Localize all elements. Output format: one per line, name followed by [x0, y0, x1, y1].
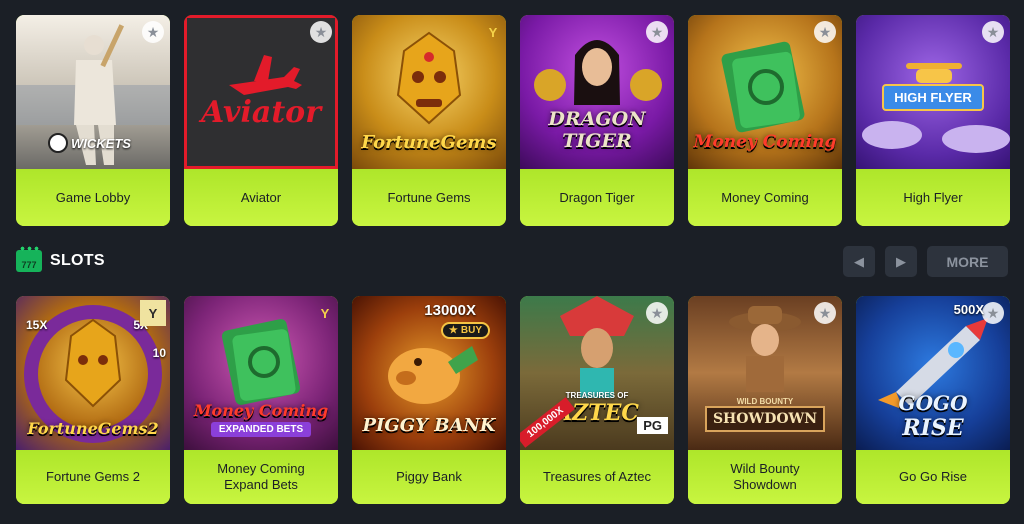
- game-title: Piggy Bank: [352, 450, 506, 504]
- favorite-star-icon[interactable]: ★: [142, 21, 164, 43]
- game-card-go-go-rise[interactable]: 500X GOGO RISE ★ Go Go Rise: [856, 296, 1010, 504]
- featured-badge-icon: Y: [488, 24, 498, 40]
- high-flyer-logo-text: HIGH FLYER: [882, 83, 984, 111]
- game-card-dragon-tiger[interactable]: DRAGON TIGER ★ Dragon Tiger: [520, 15, 674, 226]
- game-card-wild-bounty-showdown[interactable]: WILD BOUNTY SHOWDOWN ★ Wild Bounty Showd…: [688, 296, 842, 504]
- game-card-aviator[interactable]: Aviator ★ Aviator: [184, 15, 338, 226]
- favorite-star-icon[interactable]: ★: [310, 21, 332, 43]
- game-card-game-lobby[interactable]: WICKETS ★ Game Lobby: [16, 15, 170, 226]
- max-multiplier: 500X: [953, 302, 984, 317]
- game-card-high-flyer[interactable]: HIGH FLYER ★ High Flyer: [856, 15, 1010, 226]
- featured-badge-icon: Y: [140, 300, 166, 326]
- game-title: Aviator: [184, 169, 338, 226]
- game-thumbnail: Money Coming EXPANDED BETS: [184, 296, 338, 450]
- game-title: Go Go Rise: [856, 450, 1010, 504]
- favorite-star-icon[interactable]: ★: [814, 302, 836, 324]
- game-card-fortune-gems[interactable]: FortuneGems Y Fortune Gems: [352, 15, 506, 226]
- featured-badge-icon: Y: [320, 305, 330, 321]
- expanded-bets-banner: EXPANDED BETS: [210, 422, 312, 437]
- game-thumbnail: FortuneGems: [352, 15, 506, 169]
- dragon-logo-text: DRAGON: [548, 108, 646, 130]
- wild-bounty-text: WILD BOUNTY: [736, 396, 794, 406]
- favorite-star-icon[interactable]: ★: [646, 302, 668, 324]
- multiplier-15x: 15X: [26, 318, 48, 332]
- chevron-right-icon: ▶: [896, 253, 906, 269]
- multiplier-10x: 10: [152, 346, 166, 360]
- money-coming-logo-text: Money Coming: [193, 401, 329, 420]
- slots-section-header: 777 SLOTS: [16, 246, 105, 272]
- game-title: Money Coming: [688, 169, 842, 226]
- chevron-left-icon: ◀: [854, 253, 864, 269]
- game-title: Fortune Gems: [352, 169, 506, 226]
- tiger-logo-text: TIGER: [562, 130, 632, 152]
- featured-games-row: WICKETS ★ Game Lobby Aviator ★ Aviator F: [16, 15, 1010, 226]
- section-title: SLOTS: [50, 252, 105, 269]
- game-title: Treasures of Aztec: [520, 450, 674, 504]
- showdown-logo-text: SHOWDOWN: [704, 405, 826, 432]
- favorite-star-icon[interactable]: ★: [982, 21, 1004, 43]
- pg-provider-logo: PG: [637, 417, 668, 434]
- game-title: Money Coming Expand Bets: [184, 450, 338, 504]
- wickets-logo-icon: [48, 133, 68, 153]
- game-title: Dragon Tiger: [520, 169, 674, 226]
- money-coming-logo-text: Money Coming: [693, 132, 837, 152]
- slots-games-row: 15X 5X 10 FortuneGems2 Y Fortune Gems 2 …: [16, 296, 1010, 504]
- game-card-treasures-of-aztec[interactable]: TREASURES OF AZTEC 100,000X PG ★ Treasur…: [520, 296, 674, 504]
- game-thumbnail: 13000X ★ BUY PIGGY BANK: [352, 296, 506, 450]
- piggy-bank-logo-text: PIGGY BANK: [362, 414, 496, 436]
- game-card-fortune-gems-2[interactable]: 15X 5X 10 FortuneGems2 Y Fortune Gems 2: [16, 296, 170, 504]
- favorite-star-icon[interactable]: ★: [982, 302, 1004, 324]
- game-title: High Flyer: [856, 169, 1010, 226]
- aviator-logo-text: Aviator: [201, 94, 321, 130]
- more-button[interactable]: MORE: [927, 246, 1008, 277]
- game-title: Game Lobby: [16, 169, 170, 226]
- game-title: Wild Bounty Showdown: [688, 450, 842, 504]
- wickets-logo: WICKETS: [48, 133, 131, 153]
- game-card-piggy-bank[interactable]: 13000X ★ BUY PIGGY BANK Piggy Bank: [352, 296, 506, 504]
- carousel-prev-button[interactable]: ◀: [843, 246, 875, 277]
- gogo-logo-text: GOGO: [898, 391, 968, 415]
- buy-feature-badge: ★ BUY: [440, 322, 490, 339]
- favorite-star-icon[interactable]: ★: [646, 21, 668, 43]
- fortune-gems-2-logo-text: FortuneGems2: [27, 418, 159, 438]
- carousel-next-button[interactable]: ▶: [885, 246, 917, 277]
- game-card-money-coming[interactable]: Money Coming ★ Money Coming: [688, 15, 842, 226]
- slots-777-icon: 777: [16, 246, 42, 272]
- max-multiplier: 13000X: [424, 302, 476, 319]
- game-title: Fortune Gems 2: [16, 450, 170, 504]
- favorite-star-icon[interactable]: ★: [814, 21, 836, 43]
- game-card-money-coming-expand-bets[interactable]: Money Coming EXPANDED BETS Y Money Comin…: [184, 296, 338, 504]
- star-badge-icon: ★: [448, 325, 458, 336]
- treasures-of-text: TREASURES OF: [565, 390, 629, 400]
- fortune-gems-logo-text: FortuneGems: [361, 131, 497, 153]
- rise-logo-text: RISE: [902, 415, 964, 441]
